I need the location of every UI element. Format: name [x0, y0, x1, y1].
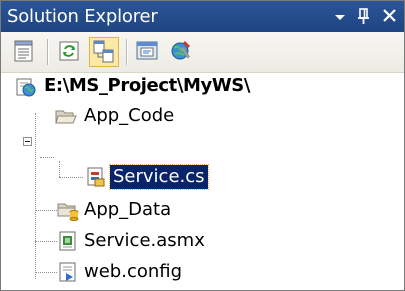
refresh-icon — [59, 41, 79, 61]
tree-item-label: Service.asmx — [84, 230, 205, 251]
pin-icon — [358, 8, 369, 24]
asp-net-configuration-icon — [171, 41, 191, 60]
csharp-file-icon — [87, 167, 105, 187]
refresh-button[interactable] — [55, 37, 85, 67]
tree-item-label: E:\MS_Project\MyWS\ — [44, 75, 251, 96]
tree-item-label: App_Code — [84, 105, 175, 126]
tree-item-label: App_Data — [84, 199, 172, 220]
website-icon — [16, 78, 36, 97]
asmx-file-icon — [59, 231, 76, 251]
tree-connector — [35, 241, 57, 242]
solution-explorer-window: Solution Explorer E:\MS_Project\MyWS\ Ap… — [0, 0, 405, 291]
properties-icon — [14, 40, 33, 62]
toolbar — [1, 32, 404, 73]
open-folder-icon — [55, 110, 77, 124]
solution-tree: E:\MS_Project\MyWS\ App_Code Service.cs — [1, 73, 404, 290]
tree-connector — [35, 113, 36, 279]
tree-item-label: web.config — [84, 261, 183, 282]
tree-connector — [40, 157, 54, 158]
window-title: Solution Explorer — [7, 6, 158, 27]
close-button[interactable] — [378, 3, 402, 29]
view-designer-button[interactable] — [133, 37, 163, 67]
title-bar[interactable]: Solution Explorer — [1, 1, 404, 32]
data-folder-icon — [57, 203, 79, 221]
close-icon — [383, 9, 396, 22]
auto-hide-pin-button[interactable] — [352, 3, 376, 29]
collapse-toggle[interactable] — [23, 137, 32, 146]
tree-connector — [59, 177, 83, 178]
tree-connector — [35, 210, 57, 211]
nest-related-files-button[interactable] — [89, 37, 119, 67]
window-position-dropdown-button[interactable] — [328, 3, 352, 29]
toolbar-separator — [126, 39, 127, 65]
toolbar-separator — [47, 39, 48, 65]
dropdown-arrow-icon — [335, 15, 345, 20]
asp-net-configuration-button[interactable] — [167, 37, 197, 67]
nest-related-files-icon — [93, 40, 114, 63]
tree-connector — [59, 161, 60, 177]
tree-item-label: Service.cs — [109, 164, 209, 190]
properties-button[interactable] — [10, 37, 40, 67]
view-designer-icon — [136, 41, 158, 60]
tree-connector — [35, 272, 57, 273]
config-file-icon — [59, 262, 76, 282]
